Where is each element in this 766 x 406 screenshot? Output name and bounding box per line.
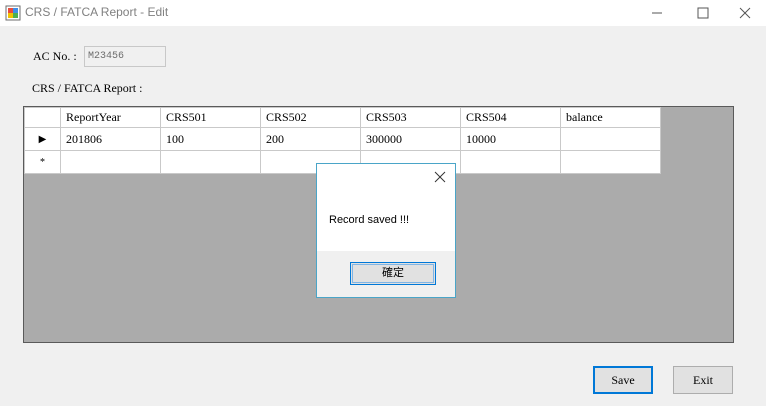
title-bar: CRS / FATCA Report - Edit — [0, 0, 766, 26]
column-header[interactable]: CRS501 — [160, 107, 261, 128]
dialog-message: Record saved !!! — [329, 214, 410, 226]
app-icon — [5, 5, 21, 21]
row-header[interactable]: ▶ — [24, 127, 61, 151]
table-cell[interactable] — [560, 150, 661, 174]
table-cell[interactable] — [460, 150, 561, 174]
table-cell-selected[interactable]: 2000000 — [560, 127, 661, 151]
column-header[interactable]: CRS503 — [360, 107, 461, 128]
row-header[interactable]: * — [24, 150, 61, 174]
table-cell[interactable]: 201806 — [60, 127, 161, 151]
table-row[interactable]: ▶ 201806 100 200 300000 10000 2000000 — [24, 127, 661, 151]
column-header[interactable]: ReportYear — [60, 107, 161, 128]
ac-no-label: AC No. : — [33, 49, 77, 63]
ac-no-field[interactable]: M23456 — [84, 46, 166, 67]
minimize-button[interactable] — [634, 0, 680, 26]
table-cell[interactable]: 10000 — [460, 127, 561, 151]
save-button[interactable]: Save — [593, 366, 653, 394]
dialog-footer: 確定 — [317, 251, 455, 297]
maximize-button[interactable] — [680, 0, 726, 26]
maximize-icon — [697, 7, 709, 19]
new-row-icon: * — [40, 156, 45, 168]
column-header[interactable]: CRS502 — [260, 107, 361, 128]
table-cell[interactable] — [160, 150, 261, 174]
minimize-icon — [652, 12, 662, 14]
close-icon — [739, 7, 751, 19]
table-cell[interactable]: 200 — [260, 127, 361, 151]
window-title: CRS / FATCA Report - Edit — [25, 5, 169, 19]
table-cell[interactable] — [60, 150, 161, 174]
header-row: ReportYear CRS501 CRS502 CRS503 CRS504 b… — [24, 107, 661, 128]
message-dialog: Record saved !!! 確定 — [316, 163, 456, 298]
dialog-close-icon[interactable] — [433, 170, 447, 184]
header-corner[interactable] — [24, 107, 61, 128]
ok-button[interactable]: 確定 — [350, 262, 436, 285]
close-button[interactable] — [722, 0, 766, 26]
column-header[interactable]: CRS504 — [460, 107, 561, 128]
current-row-icon: ▶ — [38, 133, 47, 145]
column-header[interactable]: balance — [560, 107, 661, 128]
report-label: CRS / FATCA Report : — [32, 81, 143, 95]
exit-button[interactable]: Exit — [673, 366, 733, 394]
table-cell[interactable]: 300000 — [360, 127, 461, 151]
table-cell[interactable]: 100 — [160, 127, 261, 151]
